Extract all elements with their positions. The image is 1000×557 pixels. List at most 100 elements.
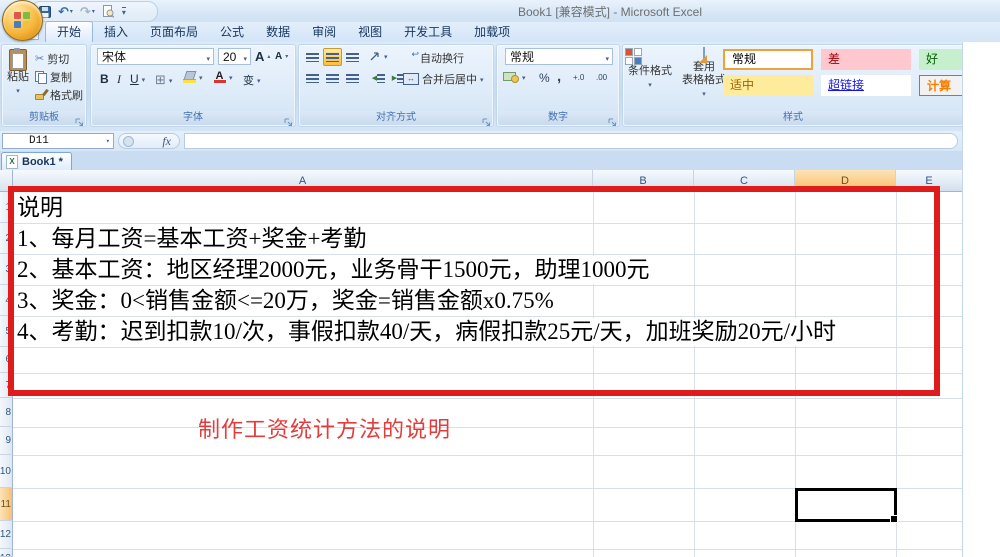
font-dialog-launcher[interactable] — [284, 114, 293, 123]
insert-function-button[interactable]: fx — [118, 133, 180, 149]
cut-button[interactable]: ✂ 剪切 — [35, 51, 69, 67]
clipboard-group-label: 剪贴板 — [3, 111, 85, 125]
paste-button[interactable]: 粘贴 — [4, 48, 32, 98]
decrease-indent-button[interactable]: ◀ — [369, 69, 388, 87]
office-button[interactable] — [2, 0, 43, 41]
qat-customize-icon: ▾ — [122, 7, 126, 17]
number-dialog-launcher[interactable] — [608, 114, 617, 123]
cell-style-normal[interactable]: 常规 — [723, 49, 813, 70]
shrink-font-icon: A — [275, 51, 282, 62]
tab-data[interactable]: 数据 — [255, 22, 301, 42]
red-highlight-rectangle — [8, 186, 940, 396]
tab-addins[interactable]: 加载项 — [463, 22, 521, 42]
tab-formulas[interactable]: 公式 — [209, 22, 255, 42]
format-painter-label: 格式刷 — [50, 87, 83, 103]
number-format-combo[interactable]: 常规 — [505, 48, 613, 65]
align-right-button[interactable] — [343, 69, 362, 87]
print-preview-icon — [102, 5, 114, 18]
fill-color-icon — [183, 71, 196, 83]
underline-button[interactable]: U — [130, 72, 145, 86]
selected-cell-outline[interactable] — [795, 488, 897, 522]
font-size-value: 20 — [223, 50, 236, 64]
phonetic-guide-button[interactable]: 变 — [243, 72, 261, 88]
phonetic-guide-icon: 变 — [243, 72, 254, 88]
middle-align-button[interactable] — [323, 48, 342, 66]
format-painter-button[interactable]: 格式刷 — [35, 87, 83, 103]
row-header-8[interactable]: 8 — [0, 398, 13, 427]
worksheet-grid[interactable]: A B C D E 1 2 3 4 5 6 7 8 9 10 11 12 13 … — [0, 170, 963, 557]
orientation-button[interactable] — [369, 50, 388, 62]
font-color-icon: A — [213, 70, 226, 84]
accounting-format-button[interactable] — [503, 71, 526, 83]
redo-icon: ↷ — [80, 6, 91, 18]
cell-style-bad[interactable]: 差 — [821, 49, 911, 70]
comma-icon: , — [557, 68, 561, 85]
accounting-format-icon — [503, 71, 519, 83]
cell-style-hyperlink[interactable]: 超链接 — [821, 75, 911, 96]
row-header-10[interactable]: 10 — [0, 455, 13, 488]
redo-button[interactable]: ↷▾ — [80, 4, 95, 19]
name-box-value: D11 — [29, 135, 49, 147]
styles-group-label: 样式 — [624, 111, 962, 125]
fill-color-button[interactable] — [183, 71, 203, 83]
wrap-text-button[interactable]: ↩ 自动换行 — [403, 50, 464, 66]
name-box-dropdown-icon — [106, 135, 110, 147]
annotation-text: 制作工资统计方法的说明 — [198, 412, 451, 444]
row-header-13[interactable]: 13 — [0, 549, 13, 557]
formula-input[interactable] — [184, 133, 958, 149]
tab-page-layout[interactable]: 页面布局 — [139, 22, 209, 42]
alignment-group: ↩ 自动换行 ◀ ▶ ↔ 合并后居中 对齐方式 — [298, 44, 494, 127]
conditional-formatting-label: 条件格式 — [625, 65, 675, 78]
workbook-tab-book1[interactable]: X Book1 * — [1, 152, 72, 171]
number-group: 常规 % , +.0 .00 数字 — [496, 44, 620, 127]
name-box[interactable]: D11 — [2, 133, 114, 149]
bottom-align-icon — [346, 53, 359, 62]
number-group-label: 数字 — [498, 111, 618, 125]
copy-button[interactable]: 复制 — [35, 69, 72, 85]
conditional-formatting-button[interactable]: 条件格式 — [625, 48, 675, 92]
tab-view[interactable]: 视图 — [347, 22, 393, 42]
bottom-align-button[interactable] — [343, 48, 362, 66]
row-header-12[interactable]: 12 — [0, 521, 13, 549]
percent-style-button[interactable]: % — [539, 71, 550, 85]
tab-insert[interactable]: 插入 — [93, 22, 139, 42]
tab-review[interactable]: 审阅 — [301, 22, 347, 42]
tab-home[interactable]: 开始 — [45, 21, 93, 42]
cell-style-calculation[interactable]: 计算 — [919, 75, 963, 96]
number-format-value: 常规 — [510, 48, 534, 65]
styles-group: 条件格式 套用 表格格式 常规 差 好 适中 超链接 计算 样式 — [622, 44, 963, 127]
row-header-9[interactable]: 9 — [0, 427, 13, 455]
tab-developer[interactable]: 开发工具 — [393, 22, 463, 42]
grow-font-button[interactable]: A▴ — [255, 49, 270, 64]
cell-style-neutral[interactable]: 适中 — [723, 75, 813, 96]
decrease-decimal-button[interactable]: .00 — [596, 73, 607, 82]
undo-button[interactable]: ↶▾ — [58, 4, 73, 19]
print-preview-button[interactable] — [102, 4, 114, 19]
top-align-icon — [306, 53, 319, 62]
merge-center-label: 合并后居中 — [422, 71, 477, 87]
qat-customize-button[interactable]: ▾ — [121, 4, 126, 19]
orientation-dropdown-icon — [384, 50, 388, 62]
increase-decimal-button[interactable]: +.0 — [573, 73, 584, 82]
alignment-dialog-launcher[interactable] — [482, 114, 491, 123]
font-size-combo[interactable]: 20 — [218, 48, 251, 65]
align-left-button[interactable] — [303, 69, 322, 87]
font-name-combo[interactable]: 宋体 — [97, 48, 214, 65]
clipboard-dialog-launcher[interactable] — [75, 114, 84, 123]
bold-button[interactable]: B — [100, 72, 109, 86]
italic-button[interactable]: I — [117, 72, 121, 87]
fill-handle[interactable] — [890, 515, 898, 523]
font-color-button[interactable]: A — [213, 70, 233, 84]
top-align-button[interactable] — [303, 48, 322, 66]
copy-icon — [35, 71, 47, 83]
cell-style-good[interactable]: 好 — [919, 49, 963, 70]
borders-button[interactable]: ⊞ — [155, 72, 172, 88]
comma-style-button[interactable]: , — [557, 68, 561, 85]
borders-icon: ⊞ — [155, 72, 166, 88]
conditional-formatting-dropdown-icon — [648, 78, 652, 90]
align-center-button[interactable] — [323, 69, 342, 87]
merge-center-button[interactable]: ↔ 合并后居中 — [403, 71, 484, 87]
row-header-11[interactable]: 11 — [0, 488, 13, 521]
excel-window: ↶▾ ↷▾ ▾ Book1 [兼容模式] - Microsoft Excel X… — [0, 0, 1000, 557]
shrink-font-button[interactable]: A▾ — [275, 51, 288, 62]
